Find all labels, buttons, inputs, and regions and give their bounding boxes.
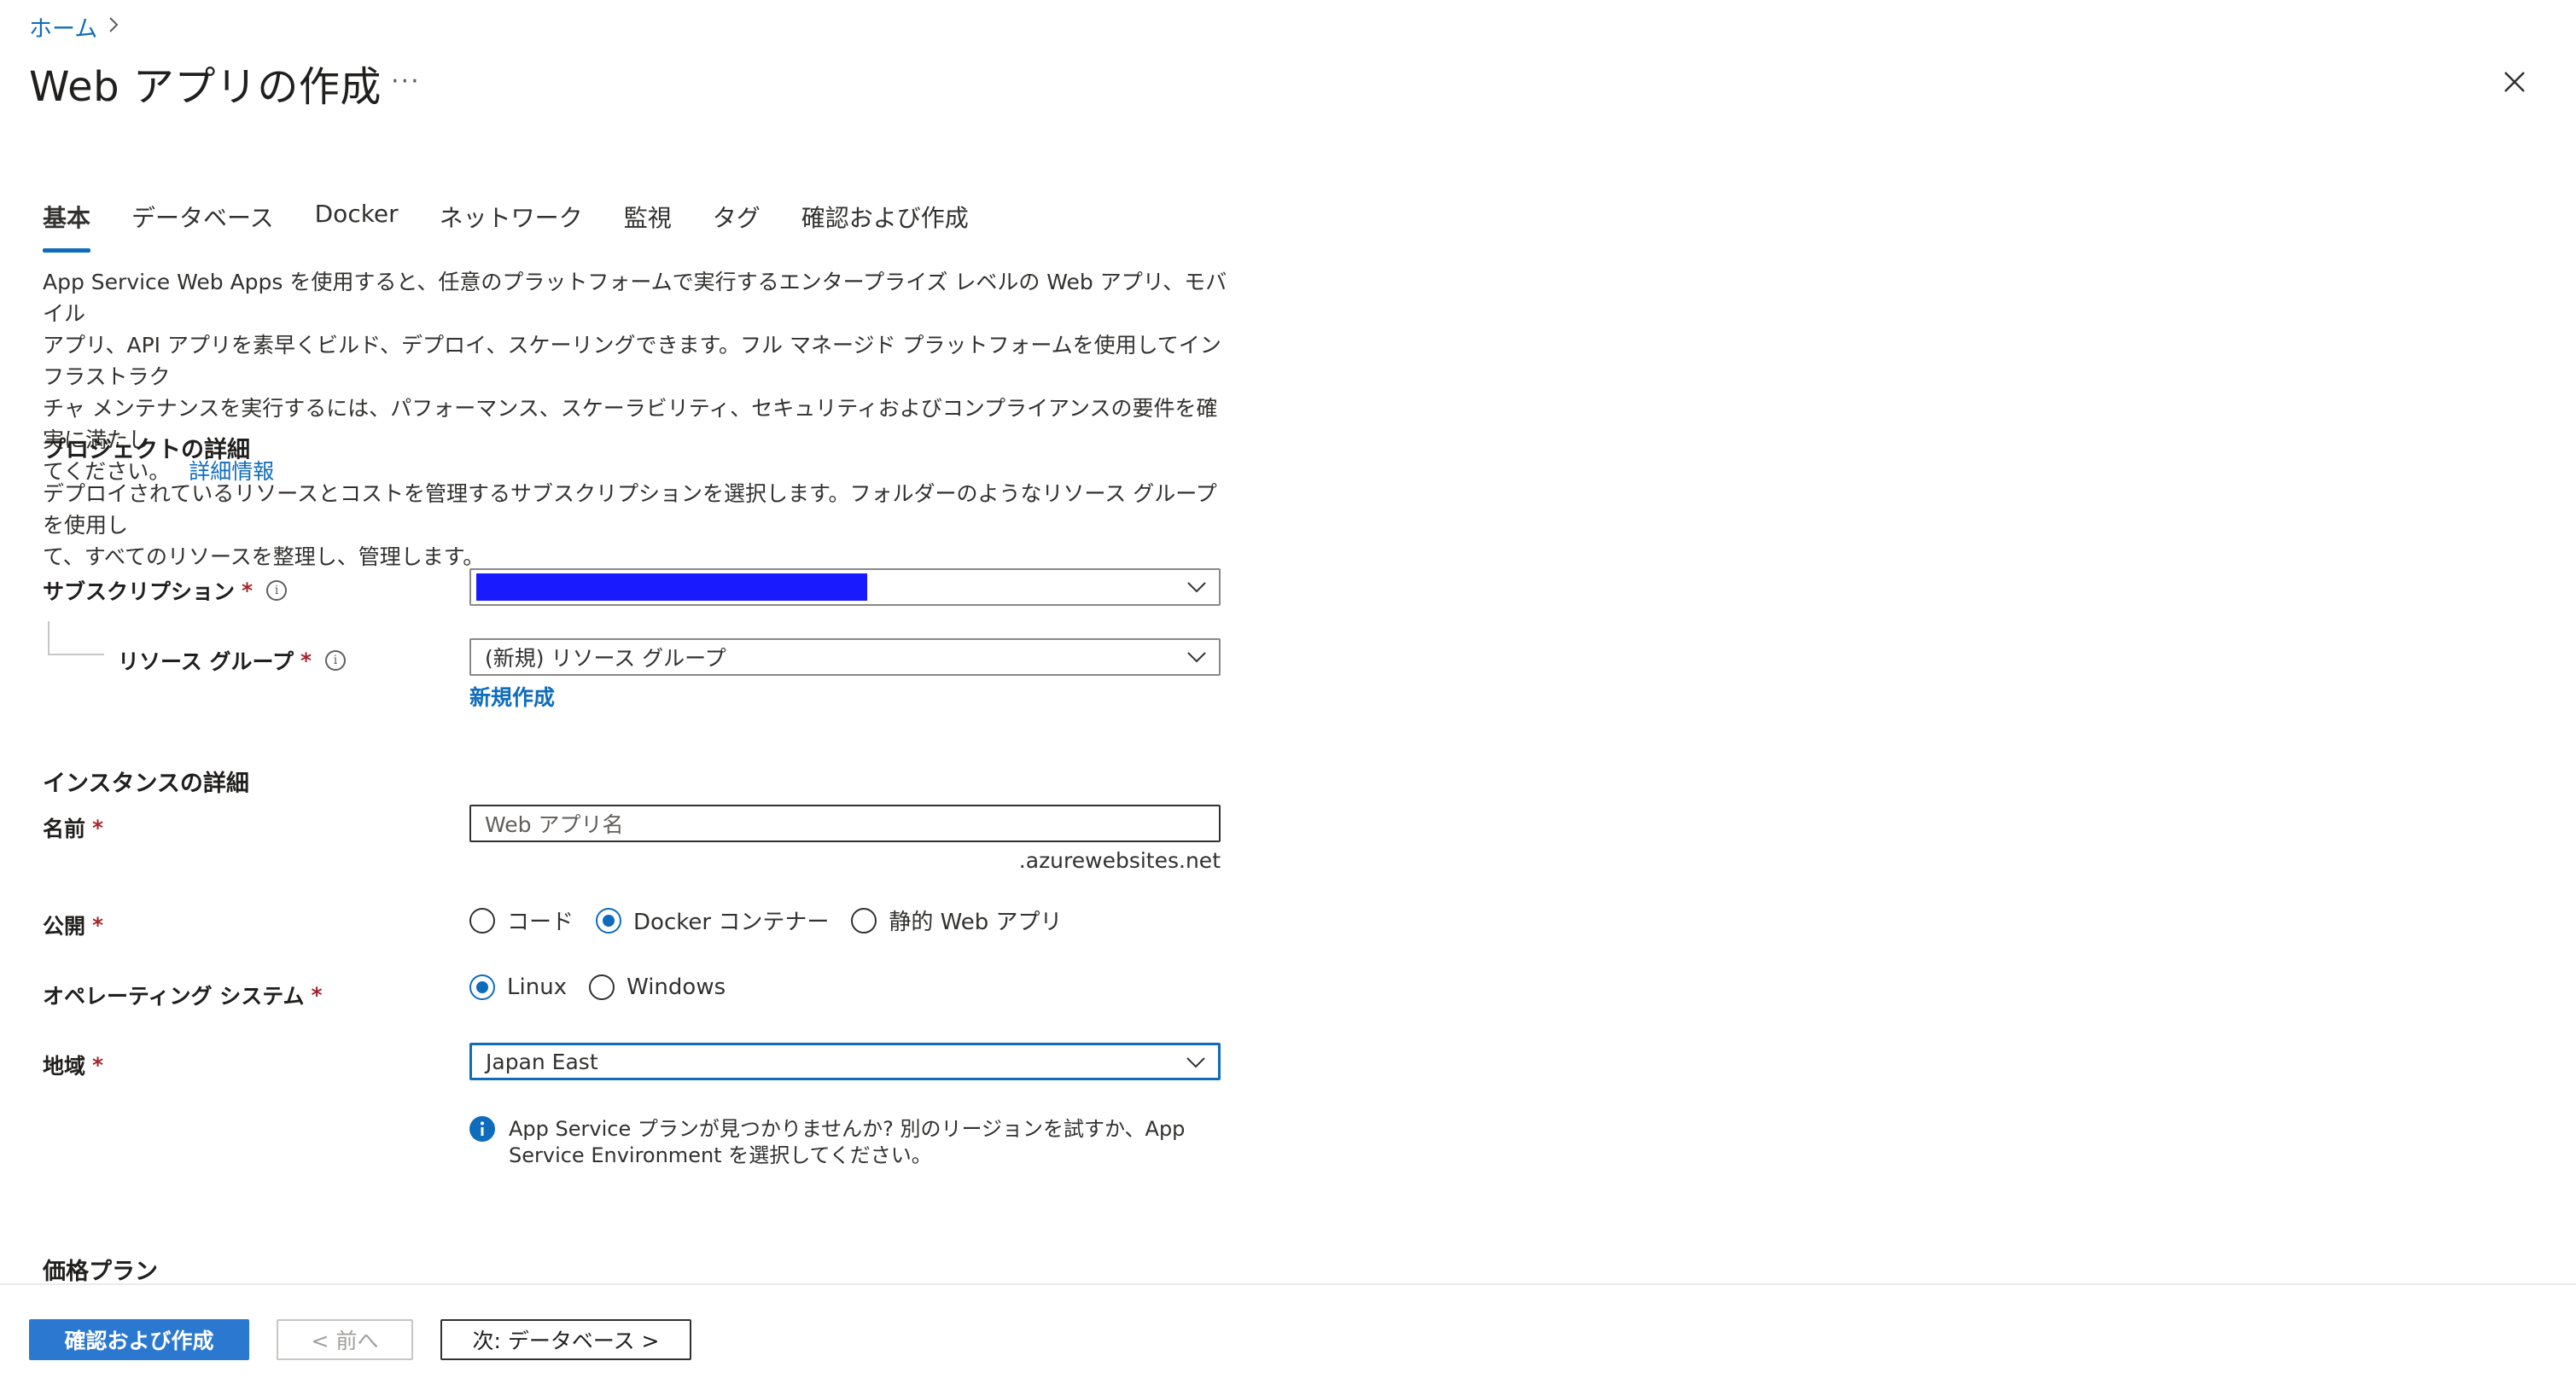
info-icon[interactable]: i: [266, 580, 288, 601]
publish-code-radio[interactable]: [469, 907, 495, 934]
tab-docker[interactable]: Docker: [315, 200, 399, 253]
redacted-subscription-value: [476, 573, 867, 601]
os-label-text: オペレーティング システム: [43, 984, 305, 1009]
publish-label: 公開 *: [43, 910, 103, 940]
tab-networking[interactable]: ネットワーク: [440, 200, 583, 253]
web-app-name-placeholder: Web アプリ名: [485, 812, 624, 837]
info-line: Service Environment を選択してください。: [509, 1143, 932, 1167]
os-label: オペレーティング システム *: [43, 980, 323, 1010]
previous-button[interactable]: < 前へ: [277, 1319, 413, 1360]
publish-radio-group: コード Docker コンテナー 静的 Web アプリ: [469, 904, 1085, 936]
project-desc-line: デプロイされているリソースとコストを管理するサブスクリプションを選択します。フォ…: [43, 481, 1217, 538]
required-asterisk: *: [300, 648, 312, 673]
intro-line: アプリ、API アプリを素早くビルド、デプロイ、スケーリングできます。フル マネ…: [43, 333, 1221, 389]
chevron-down-icon: [1186, 647, 1207, 667]
required-asterisk: *: [92, 815, 104, 841]
create-new-resource-group-link[interactable]: 新規作成: [469, 681, 555, 712]
info-circle-icon: [469, 1116, 495, 1169]
project-details-heading: プロジェクトの詳細: [43, 437, 250, 463]
domain-suffix: .azurewebsites.net: [1018, 848, 1221, 873]
os-linux-radio[interactable]: [469, 974, 495, 1000]
tab-database[interactable]: データベース: [131, 200, 274, 253]
page-title: Web アプリの作成: [29, 63, 382, 111]
os-windows-radio[interactable]: [589, 974, 615, 1000]
subscription-label: サブスクリプション * i: [43, 575, 288, 606]
web-app-name-input[interactable]: Web アプリ名: [469, 805, 1221, 842]
region-value: Japan East: [486, 1049, 598, 1074]
region-label: 地域 *: [43, 1050, 103, 1080]
publish-static-label: 静的 Web アプリ: [889, 910, 1063, 935]
name-label: 名前 *: [43, 812, 103, 843]
chevron-down-icon: [1186, 1052, 1206, 1073]
resource-group-dropdown[interactable]: (新規) リソース グループ: [469, 638, 1221, 676]
pricing-plan-heading: 価格プラン: [43, 1259, 158, 1285]
os-radio-group: Linux Windows: [469, 974, 748, 1000]
publish-code-label: コード: [507, 910, 574, 935]
resource-group-label: リソース グループ * i: [118, 645, 347, 676]
chevron-right-icon: [108, 15, 119, 39]
publish-docker-radio[interactable]: [596, 907, 622, 934]
region-dropdown[interactable]: Japan East: [469, 1043, 1221, 1080]
info-icon[interactable]: i: [325, 650, 347, 671]
os-windows-label: Windows: [627, 974, 726, 1000]
subscription-dropdown[interactable]: [469, 568, 1221, 606]
info-line: App Service プランが見つかりませんか? 別のリージョンを試すか、Ap…: [509, 1117, 1186, 1141]
review-create-button[interactable]: 確認および作成: [29, 1319, 249, 1360]
project-description: デプロイされているリソースとコストを管理するサブスクリプションを選択します。フォ…: [43, 478, 1238, 573]
required-asterisk: *: [242, 578, 254, 603]
more-options-button[interactable]: ···: [391, 67, 421, 96]
region-info-message: App Service プランが見つかりませんか? 別のリージョンを試すか、Ap…: [469, 1116, 1185, 1169]
tab-basics[interactable]: 基本: [43, 200, 91, 253]
tab-monitoring[interactable]: 監視: [624, 200, 672, 253]
resource-group-value: (新規) リソース グループ: [485, 646, 726, 671]
close-icon[interactable]: [2499, 67, 2530, 97]
os-linux-label: Linux: [507, 974, 568, 1000]
tab-bar: 基本 データベース Docker ネットワーク 監視 タグ 確認および作成: [43, 200, 969, 253]
resource-group-label-text: リソース グループ: [118, 649, 294, 674]
required-asterisk: *: [92, 912, 104, 938]
next-database-button[interactable]: 次: データベース >: [440, 1319, 691, 1360]
region-label-text: 地域: [43, 1054, 86, 1079]
tab-review-create[interactable]: 確認および作成: [801, 200, 969, 253]
breadcrumb-home-link[interactable]: ホーム: [29, 10, 97, 44]
tree-connector: [48, 621, 104, 655]
chevron-down-icon: [1186, 577, 1207, 597]
name-label-text: 名前: [43, 817, 86, 841]
instance-details-heading: インスタンスの詳細: [43, 771, 249, 797]
tab-tags[interactable]: タグ: [713, 200, 761, 253]
required-asterisk: *: [92, 1052, 104, 1078]
intro-line: App Service Web Apps を使用すると、任意のプラットフォームで…: [43, 270, 1227, 326]
breadcrumb: ホーム: [29, 10, 119, 44]
publish-static-radio[interactable]: [851, 907, 877, 934]
publish-docker-label: Docker コンテナー: [633, 910, 830, 935]
subscription-label-text: サブスクリプション: [43, 579, 236, 604]
required-asterisk: *: [311, 982, 323, 1008]
publish-label-text: 公開: [43, 914, 86, 939]
